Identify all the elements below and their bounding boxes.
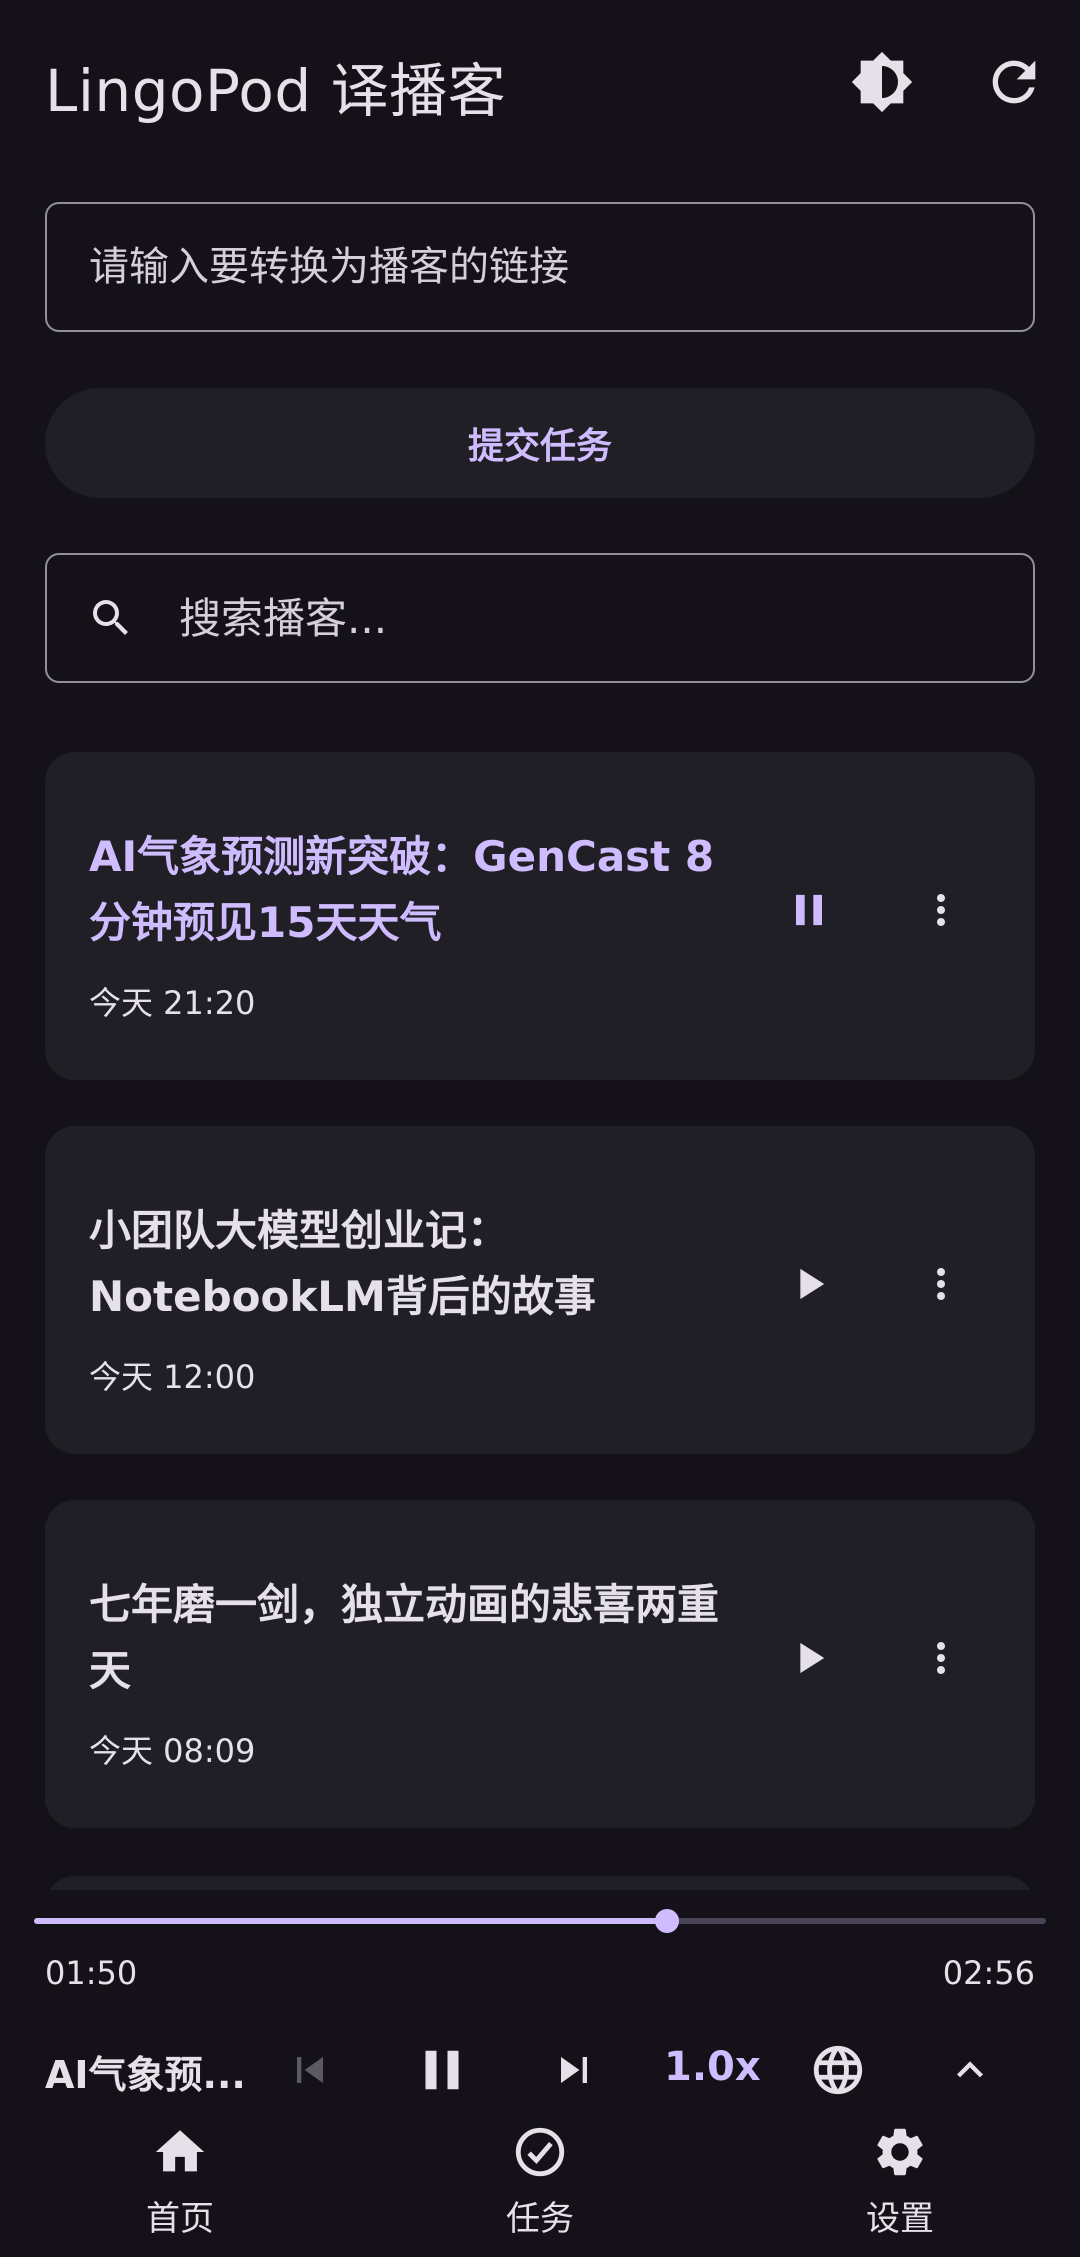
podcast-title: AI气象预测新突破：GenCast 8分钟预见15天天气 [89, 832, 715, 947]
total-time: 02:56 [942, 1954, 1035, 1992]
mini-player: 01:50 02:56 AI气象预... 1.0x [0, 1890, 1080, 2105]
nav-label: 设置 [866, 2199, 934, 2239]
progress-fill [34, 1918, 667, 1924]
now-playing-title[interactable]: AI气象预... [45, 2044, 246, 2099]
theme-toggle-button[interactable] [842, 42, 922, 122]
podcast-card[interactable]: AI气象预测新突破：GenCast 8分钟预见15天天气 今天 21:20 [45, 752, 1035, 1080]
submit-task-button[interactable]: 提交任务 [45, 388, 1035, 498]
play-button[interactable] [769, 1618, 849, 1698]
next-button[interactable] [534, 2030, 614, 2110]
expand-player-button[interactable] [930, 2030, 1010, 2110]
podcast-time: 今天 12:00 [89, 1358, 256, 1396]
progress-thumb[interactable] [654, 1909, 679, 1933]
podcast-time: 今天 21:20 [89, 984, 256, 1022]
url-input[interactable] [45, 202, 1035, 332]
nav-item-settings[interactable]: 设置 [800, 2105, 1000, 2257]
app-title: LingoPod 译播客 [45, 57, 507, 125]
more-vert-icon [937, 1642, 945, 1674]
podcast-time: 今天 08:09 [89, 1732, 256, 1770]
skip-next-icon [561, 2057, 587, 2083]
task-check-icon [515, 2127, 565, 2177]
play-pause-button[interactable] [402, 2030, 482, 2110]
podcast-title: 小团队大模型创业记：NotebookLM背后的故事 [89, 1206, 596, 1321]
brightness-icon [851, 51, 913, 113]
playback-speed[interactable]: 1.0x [664, 2044, 761, 2090]
elapsed-time: 01:50 [45, 1954, 138, 1992]
podcast-title: 七年磨一剑，独立动画的悲喜两重天 [89, 1580, 720, 1695]
refresh-button[interactable] [974, 42, 1054, 122]
search-input[interactable] [179, 593, 959, 643]
skip-previous-icon [297, 2057, 323, 2083]
previous-button[interactable] [270, 2030, 350, 2110]
pause-icon [425, 2050, 459, 2090]
nav-label: 任务 [506, 2199, 574, 2239]
search-icon [93, 600, 128, 635]
chevron-up-icon [957, 2061, 983, 2078]
more-options-button[interactable] [901, 870, 981, 950]
nav-item-home[interactable]: 首页 [80, 2105, 280, 2257]
globe-icon [813, 2045, 863, 2095]
podcast-card[interactable]: 小团队大模型创业记：NotebookLM背后的故事 今天 12:00 [45, 1126, 1035, 1454]
pause-button[interactable] [769, 870, 849, 950]
bottom-nav: 首页 任务 设置 [0, 2105, 1080, 2257]
pause-icon [796, 894, 822, 926]
player-controls: AI气象预... 1.0x [0, 2030, 1080, 2110]
more-vert-icon [937, 894, 945, 926]
search-field[interactable] [45, 553, 1035, 683]
nav-item-tasks[interactable]: 任务 [440, 2105, 640, 2257]
home-icon [155, 2130, 205, 2172]
more-vert-icon [937, 1268, 945, 1300]
gear-icon [877, 2128, 923, 2176]
app-bar: LingoPod 译播客 [0, 0, 1080, 162]
more-options-button[interactable] [901, 1618, 981, 1698]
progress-slider[interactable] [34, 1909, 1046, 1933]
podcast-card[interactable]: 七年磨一剑，独立动画的悲喜两重天 今天 08:09 [45, 1500, 1035, 1828]
refresh-icon [992, 60, 1036, 104]
more-options-button[interactable] [901, 1244, 981, 1324]
language-button[interactable] [798, 2030, 878, 2110]
nav-label: 首页 [146, 2199, 214, 2239]
play-icon [800, 1642, 825, 1674]
play-button[interactable] [769, 1244, 849, 1324]
play-icon [800, 1268, 825, 1300]
